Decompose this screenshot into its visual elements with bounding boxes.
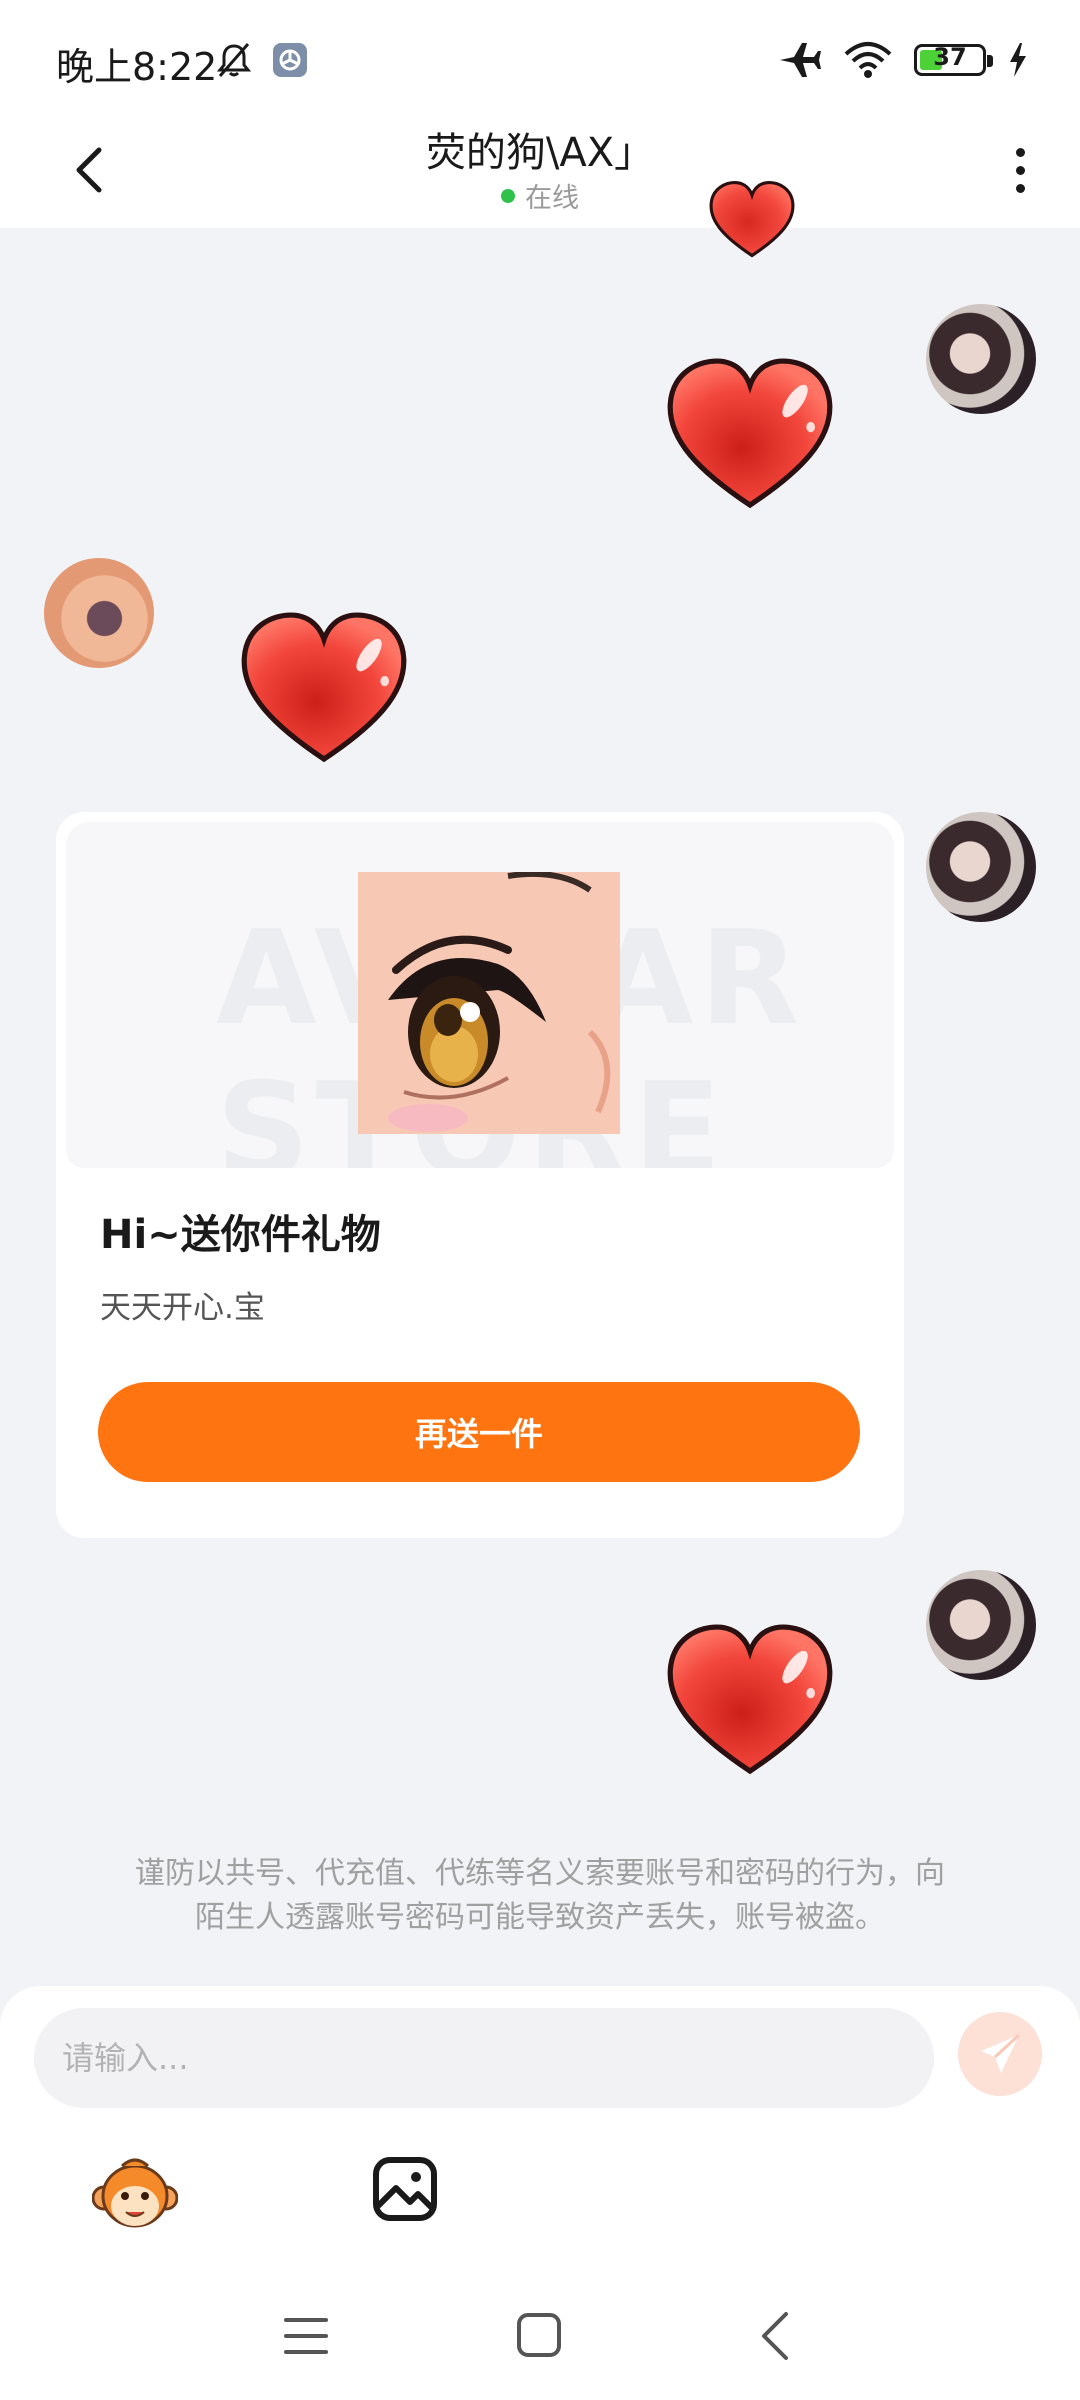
heart-sticker[interactable] bbox=[226, 610, 422, 766]
paper-plane-icon bbox=[981, 2033, 1021, 2073]
gift-card[interactable]: AVATAR STORE Hi~送你件礼物 天 bbox=[56, 812, 904, 1538]
gift-item-image bbox=[358, 872, 620, 1134]
nav-back-icon[interactable] bbox=[754, 2308, 794, 2364]
heart-sticker[interactable] bbox=[692, 180, 812, 260]
anime-eye-image bbox=[358, 872, 620, 1134]
airplane-icon bbox=[780, 43, 821, 77]
my-avatar[interactable] bbox=[926, 304, 1036, 414]
status-time: 晚上8:22 bbox=[56, 45, 218, 89]
chat-screen: 晚上8:22 37 荧的狗\AX」 在线 Hi~送你件礼物 天天开心.宝 再送一… bbox=[0, 0, 1080, 2400]
gift-banner: AVATAR STORE bbox=[66, 822, 894, 1168]
safety-notice-line: 陌生人透露账号密码可能导致资产丢失，账号被盗。 bbox=[195, 1900, 885, 1935]
system-nav-bar bbox=[0, 2290, 1080, 2380]
online-status-text: 在线 bbox=[525, 183, 579, 214]
charging-icon bbox=[1010, 43, 1026, 77]
wifi-icon bbox=[844, 42, 892, 78]
battery-nub bbox=[987, 55, 993, 67]
contact-name: 荧的狗\AX」 bbox=[425, 130, 655, 176]
chat-header: 荧的狗\AX」 在线 bbox=[0, 120, 1080, 228]
home-icon[interactable] bbox=[514, 2310, 564, 2360]
more-options-button[interactable] bbox=[1000, 134, 1040, 206]
more-dot bbox=[1015, 165, 1025, 175]
image-icon bbox=[373, 2157, 437, 2221]
menu-icon[interactable] bbox=[282, 2312, 330, 2360]
contact-avatar[interactable] bbox=[44, 558, 154, 668]
online-dot bbox=[501, 188, 515, 203]
online-status: 在线 bbox=[0, 176, 1080, 215]
battery-icon: 37 bbox=[914, 43, 993, 76]
status-right-icons: 37 bbox=[778, 40, 1028, 80]
safety-notice: 谨防以共号、代充值、代练等名义索要账号和密码的行为，向 陌生人透露账号密码可能导… bbox=[80, 1852, 1000, 1940]
gift-message: 天天开心.宝 bbox=[100, 1290, 265, 1326]
my-avatar[interactable] bbox=[926, 1570, 1036, 1680]
more-dot bbox=[1015, 147, 1025, 157]
message-input[interactable] bbox=[34, 2008, 934, 2108]
safety-notice-line: 谨防以共号、代充值、代练等名义索要账号和密码的行为，向 bbox=[135, 1856, 945, 1891]
battery-level: 37 bbox=[933, 43, 967, 71]
image-button[interactable] bbox=[370, 2154, 440, 2224]
heart-sticker[interactable] bbox=[652, 1622, 848, 1778]
heart-sticker[interactable] bbox=[652, 356, 848, 512]
gift-title: Hi~送你件礼物 bbox=[100, 1212, 381, 1258]
send-button[interactable] bbox=[958, 2012, 1042, 2096]
status-bar: 晚上8:22 37 bbox=[0, 0, 1080, 120]
mute-icon bbox=[216, 43, 252, 77]
sticker-button[interactable] bbox=[91, 2152, 179, 2238]
send-again-button[interactable]: 再送一件 bbox=[98, 1382, 860, 1482]
status-left-icons bbox=[214, 40, 308, 80]
my-avatar[interactable] bbox=[926, 812, 1036, 922]
app-notification-icon bbox=[273, 43, 307, 77]
more-dot bbox=[1015, 183, 1025, 193]
monkey-sticker-icon bbox=[91, 2158, 179, 2228]
